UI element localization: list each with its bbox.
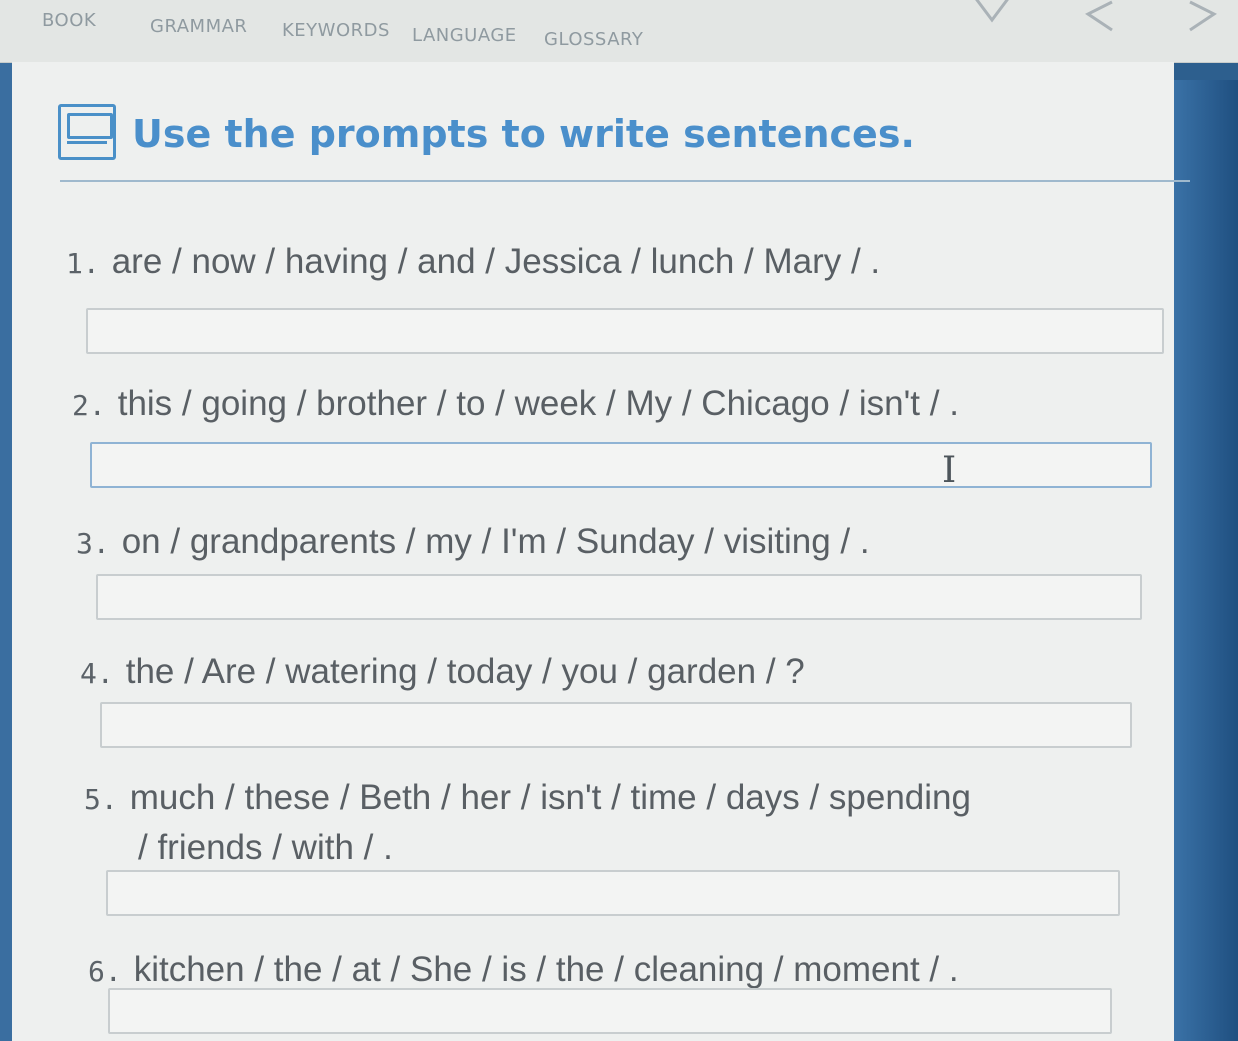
nav-keywords[interactable]: KEYWORDS xyxy=(282,20,390,41)
question-3: 3. on / grandparents / my / I'm / Sunday … xyxy=(76,522,870,562)
answer-field-4[interactable] xyxy=(100,702,1132,748)
nav-grammar[interactable]: GRAMMAR xyxy=(150,16,247,37)
chevron-right-icon[interactable] xyxy=(1184,0,1220,40)
question-2: 2. this / going / brother / to / week / M… xyxy=(72,384,959,424)
question-prompt: on / grandparents / my / I'm / Sunday / … xyxy=(121,522,870,561)
top-navigation: BOOK GRAMMAR KEYWORDS LANGUAGE GLOSSARY xyxy=(0,0,1238,63)
question-5-continued: / friends / with / . xyxy=(138,828,393,867)
title-divider xyxy=(60,180,1190,182)
question-number: 4. xyxy=(80,657,114,690)
answer-field-6[interactable] xyxy=(108,988,1112,1034)
question-5: 5. much / these / Beth / her / isn't / ti… xyxy=(84,778,971,818)
exercise-page: Use the prompts to write sentences. 1. ar… xyxy=(12,62,1190,1041)
question-prompt: this / going / brother / to / week / My … xyxy=(117,384,959,423)
text-cursor-icon: I xyxy=(942,450,957,491)
question-number: 3. xyxy=(76,527,110,560)
bookmark-icon[interactable] xyxy=(970,0,1014,34)
question-number: 6. xyxy=(88,955,122,988)
answer-field-1[interactable] xyxy=(86,308,1164,354)
exercise-title: Use the prompts to write sentences. xyxy=(132,112,915,156)
answer-field-2[interactable] xyxy=(90,442,1152,488)
nav-glossary[interactable]: GLOSSARY xyxy=(544,29,643,50)
nav-language[interactable]: LANGUAGE xyxy=(412,25,517,46)
question-1: 1. are / now / having / and / Jessica / l… xyxy=(66,242,880,282)
nav-book[interactable]: BOOK xyxy=(42,10,96,31)
question-number: 5. xyxy=(84,783,118,816)
question-prompt: much / these / Beth / her / isn't / time… xyxy=(129,778,971,817)
answer-field-5[interactable] xyxy=(106,870,1120,916)
screen-edge-right xyxy=(1172,80,1238,1041)
question-prompt: are / now / having / and / Jessica / lun… xyxy=(111,242,881,281)
question-prompt: the / Are / watering / today / you / gar… xyxy=(125,652,805,691)
exercise-icon xyxy=(58,104,116,160)
answer-field-3[interactable] xyxy=(96,574,1142,620)
question-prompt: kitchen / the / at / She / is / the / cl… xyxy=(133,950,959,989)
question-number: 2. xyxy=(72,389,106,422)
question-4: 4. the / Are / watering / today / you / g… xyxy=(80,652,805,692)
question-6: 6. kitchen / the / at / She / is / the / … xyxy=(88,950,959,990)
chevron-left-icon[interactable] xyxy=(1082,0,1118,40)
question-number: 1. xyxy=(66,247,100,280)
